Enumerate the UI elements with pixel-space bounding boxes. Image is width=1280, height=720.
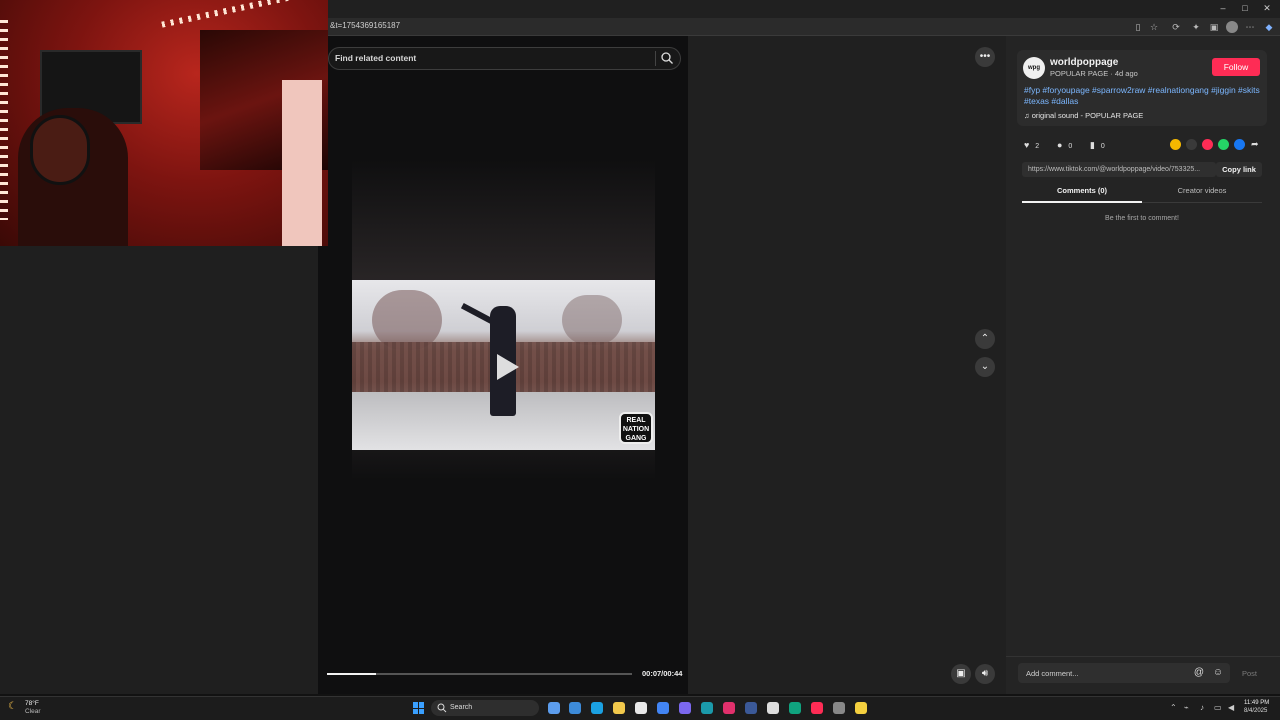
follow-button[interactable]: Follow — [1212, 58, 1260, 76]
microphone-icon[interactable]: ♪ — [1200, 703, 1204, 712]
comment-bar-divider — [1006, 656, 1280, 657]
share-coin-icon[interactable] — [1170, 139, 1181, 150]
task-view-icon[interactable] — [548, 702, 560, 714]
video-time: 00:07/00:44 — [642, 669, 683, 678]
network-icon[interactable]: ⌁ — [1184, 703, 1189, 712]
volume-button[interactable]: 🔊︎ — [975, 664, 995, 684]
username[interactable]: worldpoppage — [1050, 57, 1118, 68]
play-icon[interactable] — [489, 350, 523, 384]
more-dots-icon: ••• — [979, 51, 991, 62]
search-placeholder: Find related content — [335, 53, 417, 63]
url-text[interactable]: &t=1754369165187 — [330, 21, 400, 30]
emoji-icon[interactable]: ☺ — [1212, 667, 1224, 679]
comment-placeholder: Add comment... — [1026, 669, 1079, 678]
comment-bubble-icon: ● — [1057, 140, 1063, 150]
minimize-icon[interactable]: – — [1216, 3, 1230, 13]
search-divider — [655, 51, 656, 66]
windows-start-icon[interactable] — [413, 702, 425, 714]
picture-in-picture-button[interactable]: ▣ — [951, 664, 971, 684]
pip-icon: ▣ — [956, 668, 966, 679]
edge-browser-icon[interactable] — [569, 702, 581, 714]
taskbar-search-box[interactable] — [431, 700, 539, 716]
heart-icon: ♥ — [1024, 140, 1030, 150]
chrome-icon[interactable] — [657, 702, 669, 714]
progress-fill — [327, 673, 376, 675]
tab-comments[interactable]: Comments (0) — [1022, 186, 1142, 203]
share-send-icon[interactable] — [1202, 139, 1213, 150]
video-link-field[interactable]: https://www.tiktok.com/@worldpoppage/vid… — [1022, 162, 1216, 177]
volume-tray-icon[interactable]: ◀ — [1228, 703, 1234, 712]
copilot-icon[interactable]: ◆ — [1263, 21, 1275, 33]
more-options-button[interactable]: ••• — [975, 47, 995, 67]
comment-count: 0 — [1068, 143, 1073, 150]
next-video-button[interactable]: ⌄ — [975, 357, 995, 377]
sound-label: original sound - POPULAR PAGE — [1031, 111, 1144, 120]
save-count: 0 — [1100, 143, 1105, 150]
instagram-icon[interactable] — [723, 702, 735, 714]
music-note-icon: ♫ — [1024, 111, 1032, 120]
facebook-icon[interactable] — [1234, 139, 1245, 150]
clock-time[interactable]: 11:49 PM — [1244, 700, 1269, 706]
comment-button[interactable]: ● 0 — [1057, 140, 1072, 150]
profile-avatar-icon[interactable] — [1226, 21, 1238, 33]
menu-dots-icon[interactable]: ⋯ — [1244, 21, 1256, 33]
moon-weather-icon[interactable]: ☾ — [8, 701, 20, 713]
chevron-up-icon: ⌃ — [980, 333, 990, 344]
speaker-icon: 🔊︎ — [981, 668, 989, 679]
discord-icon[interactable] — [679, 702, 691, 714]
weather-temperature[interactable]: 78°F — [25, 700, 39, 707]
mention-icon[interactable]: @ — [1193, 667, 1205, 679]
empty-comments-text: Be the first to comment! — [1105, 215, 1179, 222]
save-button[interactable]: ▮ 0 — [1090, 140, 1105, 150]
details-panel — [1006, 36, 1280, 694]
search-icon[interactable] — [660, 51, 674, 65]
middle-area — [688, 36, 1006, 694]
extensions-icon[interactable]: ⟳ — [1170, 21, 1182, 33]
file-explorer-icon[interactable] — [613, 702, 625, 714]
webcam-overlay — [0, 0, 328, 246]
taskbar-search-label: Search — [450, 704, 473, 711]
clock-date[interactable]: 8/4/2025 — [1244, 708, 1267, 714]
avatar[interactable]: wpg — [1023, 57, 1045, 79]
close-icon[interactable]: ✕ — [1260, 3, 1274, 14]
chatgpt-icon[interactable] — [789, 702, 801, 714]
post-comment-button[interactable]: Post — [1242, 669, 1257, 678]
embed-code-icon[interactable] — [1186, 139, 1197, 150]
like-count: 2 — [1035, 143, 1040, 150]
copy-link-button[interactable]: Copy link — [1216, 162, 1262, 177]
settings-gear-icon[interactable] — [767, 702, 779, 714]
copilot-app-icon[interactable] — [591, 702, 603, 714]
tiktok-icon[interactable] — [811, 702, 823, 714]
tray-overflow-icon[interactable]: ⌃ — [1170, 703, 1177, 712]
sound-row[interactable]: ♫ original sound - POPULAR PAGE — [1024, 111, 1143, 120]
share-arrow-icon[interactable]: ➦ — [1251, 139, 1259, 149]
maximize-icon[interactable]: □ — [1238, 3, 1252, 13]
display-icon[interactable]: ▭ — [1214, 703, 1222, 712]
chevron-down-icon: ⌄ — [980, 361, 990, 372]
post-hashtags[interactable]: #fyp #foryoupage #sparrow2raw #realnatio… — [1024, 85, 1260, 107]
like-button[interactable]: ♥ 2 — [1024, 140, 1039, 150]
left-empty-area — [0, 246, 318, 694]
previous-video-button[interactable]: ⌃ — [975, 329, 995, 349]
photoshop-icon[interactable] — [745, 702, 757, 714]
watermark-logo: REAL NATION GANG — [619, 412, 653, 444]
post-subline: POPULAR PAGE · 4d ago — [1050, 69, 1138, 78]
puzzle-icon[interactable]: ✦ — [1190, 21, 1202, 33]
whatsapp-icon[interactable] — [1218, 139, 1229, 150]
bookmark-icon: ▮ — [1090, 140, 1095, 150]
weather-condition[interactable]: Clear — [25, 708, 41, 715]
taskbar-search-icon — [437, 703, 447, 713]
sticky-notes-icon[interactable] — [855, 702, 867, 714]
favorite-star-icon[interactable]: ☆ — [1148, 21, 1160, 33]
collections-icon[interactable]: ▣ — [1208, 21, 1220, 33]
capture-icon[interactable] — [833, 702, 845, 714]
reader-icon[interactable]: ▯ — [1132, 21, 1144, 33]
store-icon[interactable] — [635, 702, 647, 714]
tab-creator-videos[interactable]: Creator videos — [1142, 186, 1262, 203]
steam-icon[interactable] — [701, 702, 713, 714]
